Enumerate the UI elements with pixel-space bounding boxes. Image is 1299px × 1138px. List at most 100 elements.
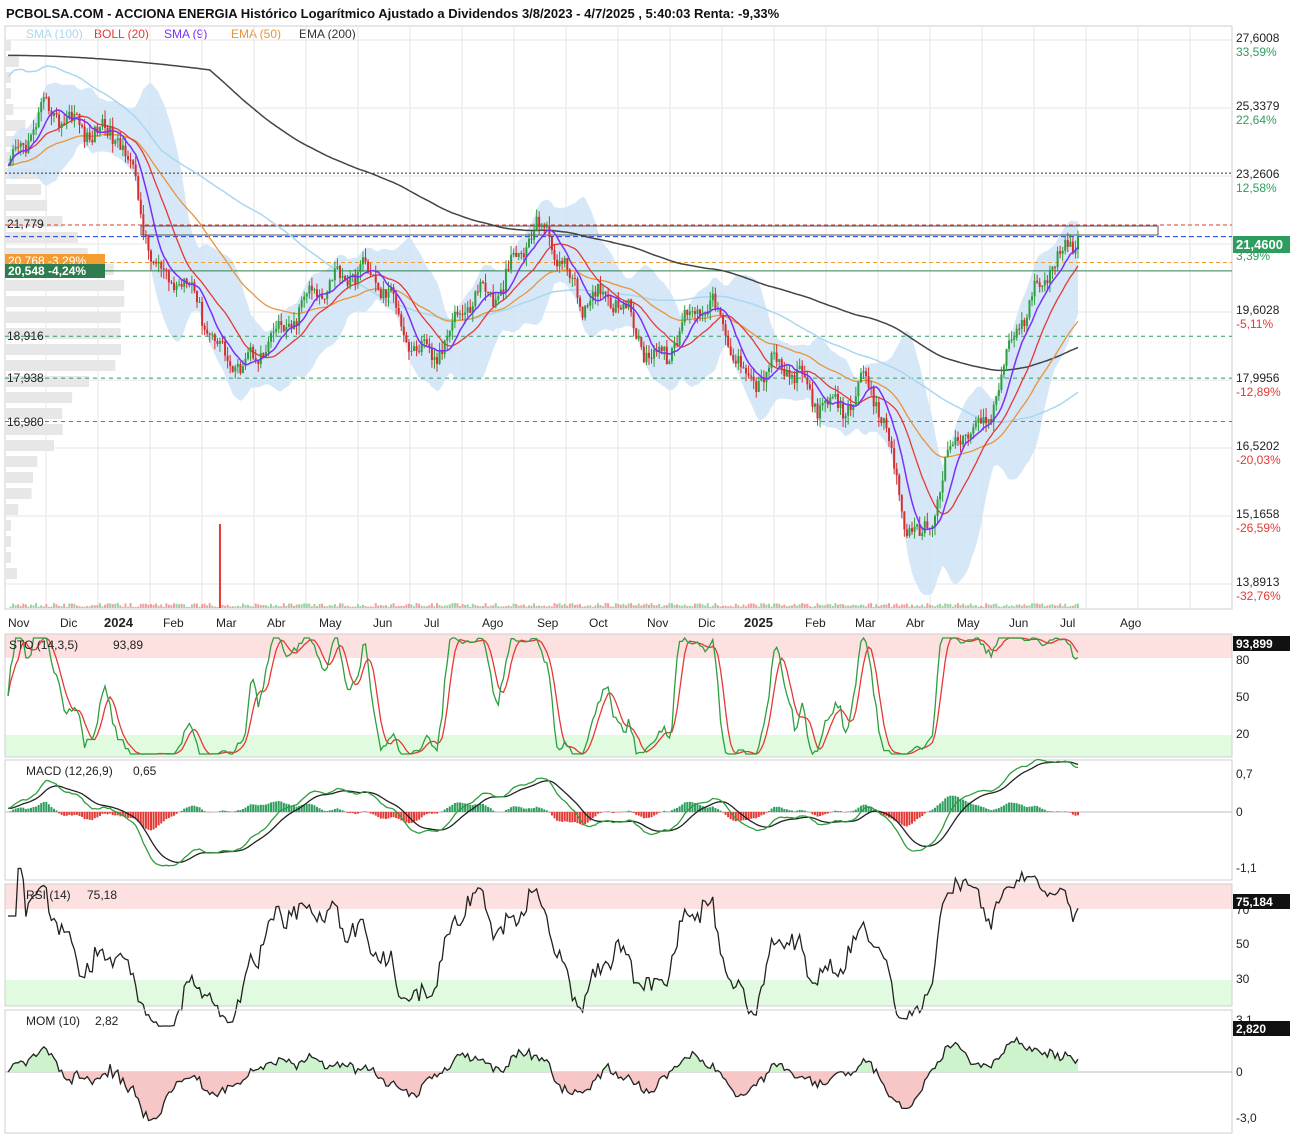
macd-hist-bar [364,811,367,812]
candle [1000,374,1003,390]
volume-bar [1005,604,1008,608]
volume-bar [553,603,556,608]
candle [19,143,22,147]
volume-bar [650,603,653,608]
candle [773,352,776,354]
candle [224,341,227,356]
macd-hist-bar [816,812,819,817]
candle [1069,241,1072,247]
volume-bar [1015,604,1018,608]
candle [22,143,25,145]
volume-profile-bar [5,472,33,483]
volume-bar [538,605,541,608]
volume-bar [361,604,364,608]
mom-panel: MOM (10) 2,82 3,1 2,820 0 -3,0 [4,1009,1290,1134]
volume-bar [1041,603,1044,608]
macd-hist-bar [349,812,352,814]
macd-hist-bar [632,812,635,813]
macd-hist-bar [193,805,196,812]
candle [293,321,296,329]
volume-bar [86,605,89,608]
candle [686,309,689,315]
macd-hist-bar [47,804,50,812]
volume-bar [581,606,584,608]
candle [752,376,755,382]
candle [208,333,211,335]
candle [900,495,903,512]
candle [1020,320,1023,329]
legend-ema50: EMA (50) [231,27,281,41]
candle [116,138,119,141]
volume-bar [691,606,694,608]
candle [104,119,107,128]
candle [895,468,898,476]
volume-bar [487,606,490,608]
volume-bar [1048,604,1051,608]
candle [469,307,472,313]
candle [1056,251,1059,268]
macd-hist-bar [37,804,40,812]
candle [218,341,221,344]
candle [581,306,584,318]
candle [995,396,998,405]
legend-boll20: BOLL (20) [94,27,149,41]
macd-hist-bar [359,812,362,813]
macd-hist-bar [282,802,285,812]
macd-hist-bar [1077,812,1079,816]
macd-hist-bar [645,812,648,818]
price-axis-value: 17,9956 [1236,371,1280,385]
volume-profile-bar [5,568,17,579]
candle [377,282,380,290]
macd-hist-bar [249,804,252,812]
macd-hist-bar [627,810,630,812]
candle [150,250,153,262]
candle [206,329,209,334]
volume-bar [1056,605,1059,608]
candle [535,216,538,232]
macd-hist-bar [344,811,347,812]
volume-bar [446,605,449,608]
macd-hist-bar [14,808,17,812]
candle [252,347,255,359]
candle [1036,280,1039,283]
volume-bar [229,606,232,608]
candle [142,214,145,236]
macd-hist-bar [1005,803,1008,812]
volume-bar [959,605,962,608]
macd-hist-bar [826,812,829,814]
candle [563,258,566,264]
volume-bar [257,604,260,608]
candle [959,440,962,445]
month-label: Sep [537,616,559,630]
volume-bar [216,606,219,608]
macd-hist-bar [755,812,758,819]
volume-bar [438,604,441,608]
month-axis: Nov Dic 2024 Feb Mar Abr May Jun Jul Ago Sep Oct Nov… [8,615,1142,630]
volume-bar [267,606,270,608]
macd-hist-bar [990,810,993,812]
macd-hist-bar [160,812,163,824]
volume-bar [709,606,712,608]
volume-bar [545,606,548,608]
volume-bar [157,605,160,608]
volume-bar [607,603,610,608]
macd-hist-bar [714,808,717,812]
macd-hist-bar [264,804,267,812]
volume-bar [172,603,175,608]
volume-bar [918,606,921,608]
volume-bar [40,605,43,608]
macd-hist-bar [668,811,671,812]
macd-hist-bar [236,810,239,812]
candle [545,225,548,228]
volume-bar [515,603,518,608]
volume-profile-bar [5,312,121,323]
volume-bar [785,606,788,608]
candle [65,117,68,124]
volume-bar [275,604,278,608]
volume-bar [535,605,538,608]
volume-bar [768,603,771,608]
volume-bar [407,603,410,608]
macd-hist-bar [765,812,768,813]
macd-hist-bar [22,807,25,812]
macd-hist-bar [328,810,331,812]
